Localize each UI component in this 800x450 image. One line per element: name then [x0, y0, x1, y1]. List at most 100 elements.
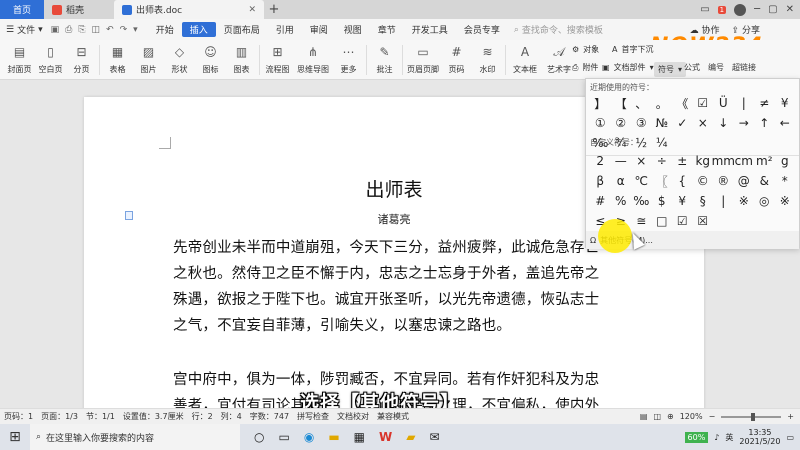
ribbon-dropcap[interactable]: A 首字下沉 [612, 44, 653, 55]
custom-symbol[interactable]: kg [693, 151, 714, 171]
recent-symbol[interactable]: № [652, 113, 673, 133]
ribbon-watermark[interactable]: ≋ 水印 [472, 40, 503, 75]
custom-symbol[interactable]: ☑ [672, 211, 693, 231]
recent-symbol[interactable]: × [693, 113, 714, 133]
ribbon-icons[interactable]: ☺ 图标 [195, 40, 226, 75]
custom-symbol[interactable]: × [631, 151, 652, 171]
status-item[interactable]: 文档校对 [337, 411, 369, 422]
ribbon-more[interactable]: ⋯ 更多 [333, 40, 364, 75]
clock[interactable]: 13:35 2021/5/20 [739, 428, 780, 446]
maximize-icon[interactable]: ▢ [768, 4, 777, 15]
custom-symbol[interactable]: @ [734, 171, 755, 191]
ribbon-blank-page[interactable]: ▯ 空白页 [35, 40, 66, 75]
custom-symbol[interactable]: ※ [734, 191, 755, 211]
custom-symbol[interactable]: # [590, 191, 611, 211]
custom-symbol[interactable]: ◎ [754, 191, 775, 211]
taskbar-search[interactable]: ⌕ 在这里输入你要搜索的内容 [30, 424, 240, 450]
custom-symbol[interactable]: □ [652, 211, 673, 231]
mail-icon[interactable]: ✉ [429, 430, 439, 444]
task-view-icon[interactable]: ○ [254, 430, 264, 444]
custom-symbol[interactable]: β [590, 171, 611, 191]
custom-symbol[interactable]: $ [652, 191, 673, 211]
view-mode-icon[interactable]: ▤ [640, 412, 648, 421]
read-mode-icon[interactable]: ⊕ [667, 412, 674, 421]
zoom-slider-knob[interactable] [751, 412, 756, 421]
recent-symbol[interactable]: ¥ [775, 93, 796, 113]
recent-symbol[interactable]: ① [590, 113, 611, 133]
custom-symbol[interactable]: g [775, 151, 796, 171]
custom-symbol[interactable]: | [713, 191, 734, 211]
menu-layout[interactable]: 页面布局 [216, 22, 268, 37]
input-language[interactable]: 英 [725, 432, 733, 443]
recent-symbol[interactable]: Ü [713, 93, 734, 113]
tab-home[interactable]: 首页 [0, 0, 44, 19]
ribbon-chart[interactable]: ▥ 图表 [226, 40, 257, 75]
ribbon-formula[interactable]: 公式 [684, 62, 700, 73]
ribbon-header-footer[interactable]: ▭ 页眉页脚 [405, 40, 441, 75]
ribbon-mindmap[interactable]: ⋔ 思维导图 [293, 40, 333, 75]
recent-symbol[interactable]: ¼ [652, 133, 673, 153]
custom-symbol[interactable]: 2 [590, 151, 611, 171]
recent-symbol[interactable]: 【 [611, 93, 632, 113]
wps-icon[interactable]: W [379, 430, 392, 444]
taskbar-app-icon[interactable]: ▭ [278, 430, 289, 444]
custom-symbol[interactable]: ± [672, 151, 693, 171]
recent-symbol[interactable]: 《 [672, 93, 693, 113]
menu-developer[interactable]: 开发工具 [404, 22, 456, 37]
ribbon-shape[interactable]: ◇ 形状 [164, 40, 195, 75]
recent-symbol[interactable]: 。 [652, 93, 673, 113]
ribbon-comment[interactable]: ✎ 批注 [369, 40, 400, 75]
volume-icon[interactable]: ♪ [714, 433, 719, 442]
avatar[interactable] [734, 3, 747, 16]
custom-symbol[interactable]: cm [734, 151, 755, 171]
close-tab-icon[interactable]: ✕ [248, 5, 256, 15]
custom-symbol[interactable]: ¥ [672, 191, 693, 211]
custom-symbol[interactable]: © [693, 171, 714, 191]
custom-symbol[interactable]: mm [712, 151, 735, 171]
ribbon-doc-parts[interactable]: ▣ 文档部件 ▾ [602, 62, 654, 73]
menu-reference[interactable]: 引用 [268, 22, 302, 37]
notification-icon[interactable]: ▭ [786, 433, 794, 442]
recent-symbol[interactable]: 、 [631, 93, 652, 113]
custom-symbol[interactable]: { [672, 171, 693, 191]
recent-symbol[interactable]: ≠ [754, 93, 775, 113]
export-icon[interactable]: ⎙ [65, 25, 72, 35]
menu-start[interactable]: 开始 [148, 22, 182, 37]
custom-symbol[interactable]: ≅ [631, 211, 652, 231]
edge-icon[interactable]: ◉ [304, 430, 314, 444]
zoom-out-icon[interactable]: − [709, 412, 716, 421]
zoom-in-icon[interactable]: + [787, 412, 794, 421]
custom-symbol[interactable]: 〖 [652, 171, 673, 191]
recent-symbol[interactable]: ↓ [713, 113, 734, 133]
folder-icon[interactable]: ▰ [406, 430, 415, 444]
battery-indicator[interactable]: 60% [684, 431, 709, 443]
ribbon-attachment[interactable]: ⎙ 附件 [572, 62, 598, 73]
custom-symbol[interactable]: & [754, 171, 775, 191]
zoom-level[interactable]: 120% [680, 412, 703, 421]
recent-symbol[interactable]: 】 [590, 93, 611, 113]
file-explorer-icon[interactable]: ▬ [328, 430, 339, 444]
recent-symbol[interactable]: | [734, 93, 755, 113]
undo-icon[interactable]: ↶ [106, 25, 114, 35]
preview-icon[interactable]: ◫ [92, 25, 101, 35]
ribbon-table[interactable]: ▦ 表格 [102, 40, 133, 75]
custom-symbol[interactable]: ‰ [631, 191, 652, 211]
new-tab-button[interactable]: + [264, 0, 284, 19]
status-item[interactable]: 兼容模式 [377, 411, 409, 422]
notification-badge[interactable]: 1 [717, 5, 727, 14]
save-icon[interactable]: ▣ [51, 25, 60, 35]
status-item[interactable]: 拼写检查 [297, 411, 329, 422]
recent-symbol[interactable]: ↑ [754, 113, 775, 133]
ribbon-numbering[interactable]: 编号 [708, 62, 724, 73]
custom-symbol[interactable]: % [611, 191, 632, 211]
custom-symbol[interactable]: ℃ [631, 171, 652, 191]
ribbon-cover-page[interactable]: ▤ 封面页 [4, 40, 35, 75]
menu-member[interactable]: 会员专享 [456, 22, 508, 37]
web-view-icon[interactable]: ◫ [653, 412, 661, 421]
custom-symbol[interactable]: m² [754, 151, 775, 171]
recent-symbol[interactable]: → [734, 113, 755, 133]
custom-symbol[interactable]: α [611, 171, 632, 191]
zoom-slider[interactable] [721, 412, 782, 421]
recent-symbol[interactable]: ③ [631, 113, 652, 133]
custom-symbol[interactable]: ÷ [652, 151, 673, 171]
